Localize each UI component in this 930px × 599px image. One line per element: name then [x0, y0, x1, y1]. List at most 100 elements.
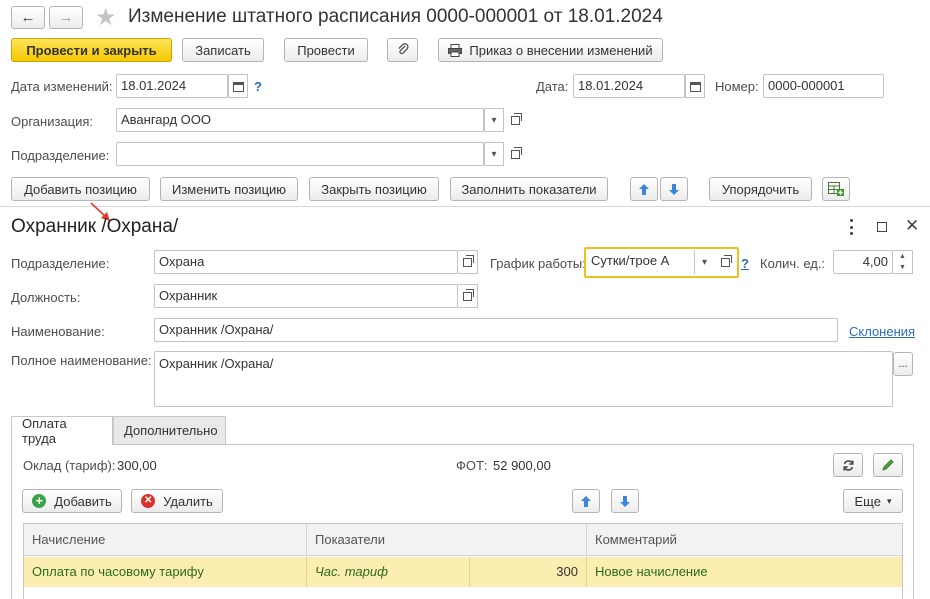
quantity-stepper[interactable]: ▲ ▼ — [893, 250, 913, 274]
organization-open-button[interactable] — [505, 108, 525, 132]
quantity-input[interactable]: 4,00 — [833, 250, 893, 274]
grid-move-up-button[interactable] — [572, 489, 600, 513]
column-header-comment[interactable]: Комментарий — [587, 524, 902, 556]
add-position-button[interactable]: Добавить позицию — [11, 177, 150, 201]
subform-title: Охранник /Охрана/ — [11, 216, 179, 237]
subform-close-button[interactable]: ✕ — [905, 216, 919, 236]
full-name-more-button[interactable]: ... — [893, 352, 913, 376]
cell-comment[interactable]: Новое начисление — [587, 557, 902, 587]
delete-icon: ✕ — [141, 494, 156, 508]
table-settings-button[interactable] — [822, 177, 850, 201]
date-label: Дата: — [536, 79, 569, 94]
department-input[interactable] — [116, 142, 484, 166]
subform-department-input[interactable]: Охрана — [154, 250, 458, 274]
add-icon: + — [32, 494, 47, 508]
chevron-down-icon: ▾ — [491, 114, 497, 126]
close-position-button[interactable]: Закрыть позицию — [309, 177, 439, 201]
arrow-left-icon: ← — [20, 9, 36, 26]
change-date-calendar-button[interactable] — [228, 74, 248, 98]
post-and-close-button[interactable]: Провести и закрыть — [11, 38, 172, 62]
open-form-icon — [510, 146, 522, 159]
full-name-label: Полное наименование: — [11, 353, 152, 368]
schedule-input[interactable]: Сутки/трое А — [587, 250, 694, 274]
more-actions-label: Еще — [854, 493, 881, 509]
close-icon: ✕ — [905, 216, 920, 235]
save-button[interactable]: Записать — [182, 38, 264, 62]
fot-value: 52 900,00 — [493, 458, 551, 473]
name-input[interactable]: Охранник /Охрана/ — [154, 318, 838, 342]
cell-indicator[interactable]: Час. тариф — [307, 557, 470, 587]
order-button[interactable]: Приказ о внесении изменений — [438, 38, 663, 62]
forward-button[interactable]: → — [49, 6, 83, 29]
full-name-input[interactable]: Охранник /Охрана/ — [154, 351, 893, 407]
subform-menu-button[interactable] — [844, 219, 858, 235]
arrow-down-icon — [669, 183, 679, 195]
organization-input[interactable]: Авангард ООО — [116, 108, 484, 132]
declension-link[interactable]: Склонения — [849, 324, 915, 339]
chevron-down-icon: ▾ — [886, 495, 892, 506]
cell-accrual[interactable]: Оплата по часовому тарифу — [24, 557, 307, 587]
number-input[interactable]: 0000-000001 — [763, 74, 884, 98]
change-date-input[interactable]: 18.01.2024 — [116, 74, 228, 98]
subform-department-open-button[interactable] — [458, 250, 478, 274]
delete-accrual-button[interactable]: ✕ Удалить — [131, 489, 223, 513]
tab-payment[interactable]: Оплата труда — [11, 416, 113, 446]
attach-button[interactable] — [387, 38, 418, 62]
subform-department-label: Подразделение: — [11, 256, 110, 271]
schedule-dropdown-button[interactable]: ▾ — [694, 250, 714, 274]
change-position-button[interactable]: Изменить позицию — [160, 177, 298, 201]
date-input[interactable]: 18.01.2024 — [573, 74, 685, 98]
more-actions-button[interactable]: Еще ▾ — [843, 489, 903, 513]
chevron-down-icon: ▾ — [701, 256, 708, 268]
date-calendar-button[interactable] — [685, 74, 705, 98]
add-accrual-button[interactable]: + Добавить — [22, 489, 122, 513]
table-add-icon — [828, 182, 844, 196]
grid-move-down-button[interactable] — [611, 489, 639, 513]
department-label: Подразделение: — [11, 148, 110, 163]
add-accrual-label: Добавить — [54, 493, 112, 509]
subform-maximize-button[interactable] — [877, 222, 887, 232]
paperclip-icon — [397, 43, 409, 55]
schedule-label: График работы: — [490, 256, 586, 271]
schedule-help[interactable]: ? — [741, 256, 749, 271]
salary-label: Оклад (тариф): — [23, 458, 116, 473]
post-button[interactable]: Провести — [284, 38, 368, 62]
open-form-icon — [720, 254, 732, 267]
tab-additional[interactable]: Дополнительно — [113, 416, 226, 444]
open-form-icon — [463, 254, 474, 267]
department-open-button[interactable] — [505, 142, 525, 166]
column-header-accrual[interactable]: Начисление — [24, 524, 307, 556]
name-label: Наименование: — [11, 324, 105, 339]
schedule-open-button[interactable] — [715, 250, 735, 274]
printer-icon — [448, 43, 463, 57]
organization-label: Организация: — [11, 114, 94, 129]
back-button[interactable]: ← — [11, 6, 45, 29]
organization-dropdown-button[interactable]: ▾ — [484, 108, 504, 132]
salary-value: 300,00 — [117, 458, 157, 473]
position-open-button[interactable] — [458, 284, 478, 308]
delete-accrual-label: Удалить — [163, 493, 213, 509]
column-header-indicators[interactable]: Показатели — [307, 524, 587, 556]
open-form-icon — [510, 112, 522, 125]
stepper-down-icon[interactable]: ▼ — [893, 262, 912, 273]
move-up-button[interactable] — [630, 177, 658, 201]
position-label: Должность: — [11, 290, 81, 305]
edit-button[interactable] — [873, 453, 903, 477]
order-button-label: Приказ о внесении изменений — [469, 42, 653, 58]
open-form-icon — [463, 288, 474, 301]
sort-button[interactable]: Упорядочить — [709, 177, 812, 201]
refresh-button[interactable] — [833, 453, 863, 477]
move-down-button[interactable] — [660, 177, 688, 201]
stepper-up-icon[interactable]: ▲ — [893, 251, 912, 262]
arrow-up-icon — [639, 183, 649, 195]
position-input[interactable]: Охранник — [154, 284, 458, 308]
fot-label: ФОТ: — [456, 458, 488, 473]
favorite-star-icon[interactable]: ★ — [95, 3, 117, 32]
accruals-table: Начисление Показатели Комментарий Оплата… — [23, 523, 903, 599]
cell-indicator-value[interactable]: 300 — [470, 557, 587, 587]
pencil-icon — [882, 459, 894, 471]
quantity-label: Колич. ед.: — [760, 256, 826, 271]
fill-indicators-button[interactable]: Заполнить показатели — [450, 177, 608, 201]
department-dropdown-button[interactable]: ▾ — [484, 142, 504, 166]
change-date-help[interactable]: ? — [254, 79, 262, 94]
